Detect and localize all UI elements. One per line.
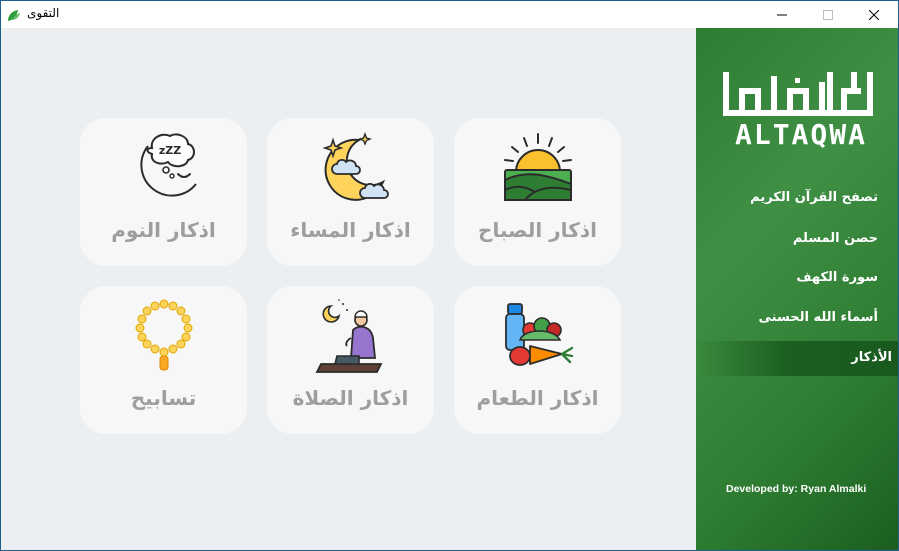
prayer-beads-icon xyxy=(135,299,192,371)
green-leaves-icon xyxy=(8,10,20,21)
sidebar-item-surat-alkahf[interactable]: سورة الكهف xyxy=(796,270,878,285)
window-title: التقوى xyxy=(27,6,60,20)
svg-text:zZZ: zZZ xyxy=(158,144,180,157)
card-label: اذكار الطعام xyxy=(476,386,599,410)
sidebar-item-browse-quran[interactable]: تصفح القرآن الكريم xyxy=(750,190,878,205)
maximize-button[interactable] xyxy=(805,1,851,28)
card-prayer-adhkar[interactable]: اذكار الصلاة xyxy=(267,286,434,434)
sidebar-item-asma-allah[interactable]: أسماء الله الحسنى xyxy=(759,310,878,325)
card-evening-adhkar[interactable]: اذكار المساء xyxy=(267,118,434,266)
close-button[interactable] xyxy=(851,1,897,28)
card-food-adhkar[interactable]: اذكار الطعام xyxy=(454,286,621,434)
minimize-icon xyxy=(777,14,787,15)
card-label: تسابيح xyxy=(130,386,197,410)
card-morning-adhkar[interactable]: اذكار الصباح xyxy=(454,118,621,266)
food-vegetables-icon xyxy=(504,303,573,366)
sidebar: ALTAQWA تصفح القرآن الكريم حصن المسلم سو… xyxy=(696,28,898,550)
crescent-moon-stars-icon xyxy=(321,132,389,201)
title-bar[interactable]: التقوى xyxy=(1,1,898,28)
sidebar-item-hisn-almuslim[interactable]: حصن المسلم xyxy=(793,231,878,246)
card-label: اذكار الصباح xyxy=(478,218,597,242)
card-sleep-adhkar[interactable]: zZZ اذكار النوم xyxy=(80,118,247,266)
app-window: التقوى اذكار الصباح اذكار المساء zZZ اذك… xyxy=(0,0,899,551)
card-label: اذكار المساء xyxy=(290,218,411,242)
card-tasbeeh[interactable]: تسابيح xyxy=(80,286,247,434)
card-label: اذكار النوم xyxy=(111,218,216,242)
sunrise-fields-icon xyxy=(503,133,572,201)
maximize-icon xyxy=(823,9,833,20)
praying-man-icon xyxy=(315,299,382,373)
sleeping-moon-icon: zZZ xyxy=(139,133,197,197)
minimize-button[interactable] xyxy=(759,1,805,28)
card-label: اذكار الصلاة xyxy=(292,386,409,410)
altaqwa-logo: ALTAQWA xyxy=(723,72,873,148)
sidebar-item-adhkar[interactable]: الأذكار xyxy=(851,350,892,365)
developer-credit: Developed by: Ryan Almalki xyxy=(726,483,867,495)
svg-text:ALTAQWA: ALTAQWA xyxy=(735,118,867,148)
close-icon xyxy=(869,9,879,20)
